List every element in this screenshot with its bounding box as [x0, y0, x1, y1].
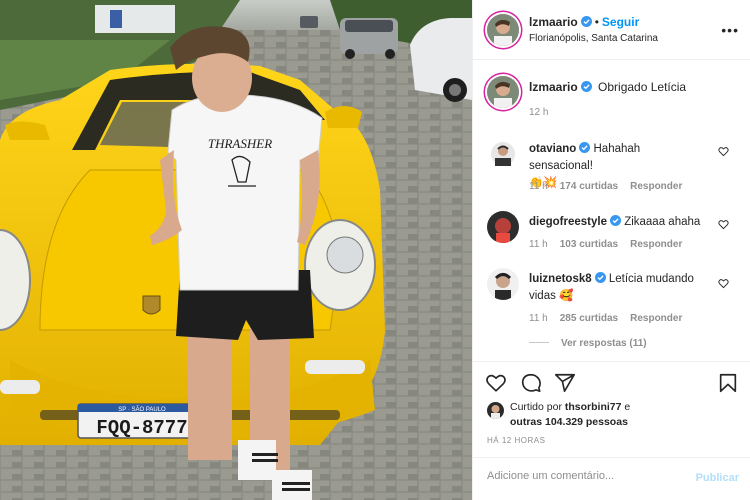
send-icon[interactable] — [554, 372, 576, 394]
heart-icon[interactable] — [485, 372, 507, 394]
post-location[interactable]: Florianópolis, Santa Catarina — [529, 33, 658, 44]
comment-time[interactable]: 11 h — [529, 239, 548, 250]
separator-dot: • — [594, 15, 599, 29]
comment-emoji: 🥰 — [559, 290, 574, 302]
comment-username[interactable]: luiznetosk8 — [529, 273, 592, 285]
comment-likes[interactable]: 174 curtidas — [560, 181, 618, 192]
follow-button[interactable]: Seguir — [602, 15, 639, 29]
comment-likes[interactable]: 285 curtidas — [560, 313, 618, 324]
replies-divider — [529, 342, 549, 343]
likes-prefix: Curtido por — [510, 401, 562, 413]
comment-avatar[interactable] — [487, 211, 519, 243]
add-comment-bar: Publicar — [473, 457, 750, 500]
caption-username[interactable]: lzmaario — [529, 80, 578, 94]
verified-badge-icon — [580, 16, 592, 27]
verified-badge-icon — [579, 142, 591, 153]
license-plate-state: SP · SÃO PAULO — [118, 406, 166, 413]
post-image: SP · SÃO PAULO FQQ-8777 THRASHER — [0, 0, 472, 500]
comment-time[interactable]: 11 h — [529, 181, 548, 192]
caption: lzmaario Obrigado Letícia — [529, 80, 686, 94]
comment-like-heart-icon[interactable] — [718, 219, 729, 230]
verified-badge-icon — [580, 81, 592, 92]
view-replies-button[interactable]: Ver respostas (11) — [529, 338, 647, 349]
caption-author-avatar[interactable] — [487, 76, 519, 108]
comment-like-heart-icon[interactable] — [718, 146, 729, 157]
verified-badge-icon — [609, 215, 621, 226]
publish-button[interactable]: Publicar — [696, 472, 739, 484]
comment-username[interactable]: otaviano — [529, 143, 576, 155]
comment-username[interactable]: diegofreestyle — [529, 216, 607, 228]
comment-text: Zikaaaa ahaha — [624, 216, 701, 228]
liker-avatar[interactable] — [487, 402, 504, 419]
comment-like-heart-icon[interactable] — [718, 278, 729, 289]
post-photo[interactable]: SP · SÃO PAULO FQQ-8777 THRASHER — [0, 0, 472, 500]
comment-item: otaviano Hahahah sensacional! 👏💥 11 h 174 … — [473, 138, 750, 208]
bookmark-icon[interactable] — [717, 372, 739, 394]
comment-likes[interactable]: 103 curtidas — [560, 239, 618, 250]
verified-badge-icon — [594, 272, 606, 283]
author-username[interactable]: lzmaario — [529, 15, 578, 29]
likes-others[interactable]: outras 104.329 pessoas — [510, 416, 628, 428]
post-header: lzmaario • Seguir Florianópolis, Santa Cat… — [473, 0, 750, 60]
comment-avatar[interactable] — [487, 138, 519, 170]
likes-summary[interactable]: Curtido por thsorbini77 e outras 104.329 … — [487, 400, 687, 430]
comment-icon[interactable] — [520, 372, 542, 394]
caption-time[interactable]: 12 h — [529, 107, 548, 118]
liker-username[interactable]: thsorbini77 — [565, 401, 622, 413]
post-timestamp[interactable]: HÁ 12 HORAS — [487, 436, 545, 445]
comment-avatar[interactable] — [487, 268, 519, 300]
comment-time[interactable]: 11 h — [529, 313, 548, 324]
post-side-panel: lzmaario • Seguir Florianópolis, Santa Cat… — [472, 0, 750, 500]
likes-connector: e — [624, 401, 631, 413]
more-horizontal-icon[interactable]: ••• — [721, 22, 739, 38]
shirt-print: THRASHER — [208, 136, 272, 151]
view-replies-label[interactable]: Ver respostas (11) — [561, 338, 647, 349]
comment-reply-button[interactable]: Responder — [630, 181, 682, 192]
comment-reply-button[interactable]: Responder — [630, 313, 682, 324]
comment-input[interactable] — [487, 470, 687, 482]
license-plate-number: FQQ-8777 — [96, 417, 187, 439]
caption-text: Obrigado Letícia — [598, 80, 687, 94]
comment-reply-button[interactable]: Responder — [630, 239, 682, 250]
comment-item: luiznetosk8 Letícia mudando vidas 🥰 11 h… — [473, 268, 750, 338]
author-avatar[interactable] — [487, 14, 519, 46]
